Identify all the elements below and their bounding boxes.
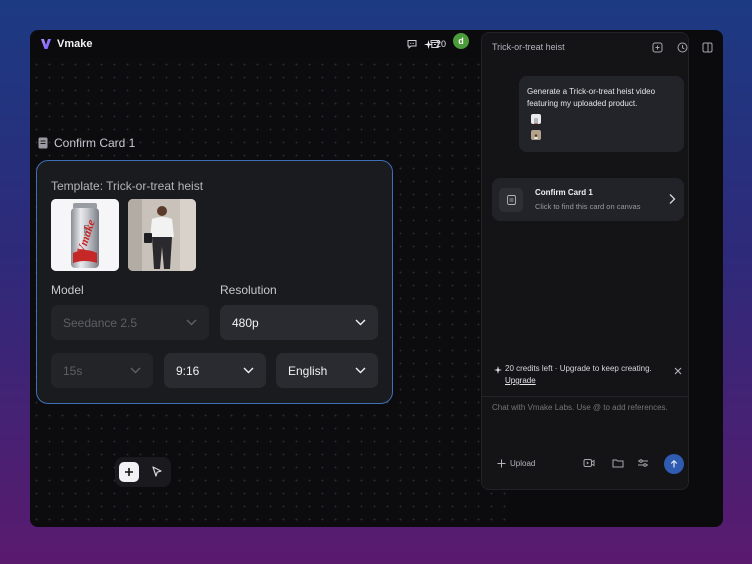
language-select[interactable]: English xyxy=(276,353,378,388)
chevron-down-icon xyxy=(355,367,366,374)
card-document-icon xyxy=(499,188,523,212)
confirm-card-subtitle: Click to find this card on canvas xyxy=(535,202,641,211)
divider xyxy=(482,396,688,397)
duration-select: 15s xyxy=(51,353,153,388)
user-message-text: Generate a Trick-or-treat heist video fe… xyxy=(527,87,656,108)
credits-count: 20 xyxy=(436,39,447,49)
chevron-down-icon xyxy=(186,319,197,326)
product-thumbnail[interactable]: Labs Vmake xyxy=(51,199,119,271)
arrow-up-icon xyxy=(670,459,678,468)
credits-indicator[interactable]: 20 xyxy=(424,36,446,52)
sparkle-icon xyxy=(424,39,433,49)
template-title: Template: Trick-or-treat heist xyxy=(51,179,204,193)
panel-title: Trick-or-treat heist xyxy=(492,42,565,52)
person-image-icon xyxy=(128,199,196,271)
confirm-card-link[interactable]: Confirm Card 1 Click to find this card o… xyxy=(492,178,684,221)
duration-value: 15s xyxy=(63,363,83,378)
chevron-down-icon xyxy=(130,367,141,374)
app-name: Vmake xyxy=(57,38,93,50)
send-button[interactable] xyxy=(664,454,684,474)
avatar[interactable]: d xyxy=(453,33,469,49)
sparkle-icon xyxy=(494,366,502,374)
upload-button[interactable]: Upload xyxy=(497,457,535,469)
history-clock-icon[interactable] xyxy=(676,41,688,53)
chat-input[interactable] xyxy=(492,403,678,412)
attachment-product-thumb[interactable] xyxy=(531,114,541,124)
document-icon xyxy=(38,137,48,149)
select-tool-button[interactable] xyxy=(150,465,164,479)
credits-upsell-banner: 20 credits left · Upgrade to keep creati… xyxy=(490,360,686,390)
card-header: Confirm Card 1 xyxy=(38,136,135,150)
resolution-select[interactable]: 480p xyxy=(220,305,378,340)
close-icon[interactable] xyxy=(674,367,682,375)
settings-sliders-icon[interactable] xyxy=(637,457,649,469)
add-button[interactable] xyxy=(119,462,139,482)
video-camera-icon[interactable] xyxy=(583,457,595,469)
upgrade-link[interactable]: Upgrade xyxy=(505,376,536,385)
cursor-icon xyxy=(152,466,162,477)
upload-label: Upload xyxy=(510,458,536,468)
chat-bubble-icon[interactable] xyxy=(404,36,420,52)
confirm-card-title: Confirm Card 1 xyxy=(535,188,593,197)
upsell-text: 20 credits left · Upgrade to keep creati… xyxy=(505,363,652,387)
attachment-model-thumb[interactable] xyxy=(531,130,541,140)
language-value: English xyxy=(288,363,328,378)
chevron-down-icon xyxy=(243,367,254,374)
folder-icon[interactable] xyxy=(612,457,624,469)
plus-icon xyxy=(125,468,133,476)
aspect-ratio-value: 9:16 xyxy=(176,363,200,378)
chevron-right-icon xyxy=(669,194,676,204)
chevron-down-icon xyxy=(355,319,366,326)
model-value: Seedance 2.5 xyxy=(63,315,138,330)
model-select: Seedance 2.5 xyxy=(51,305,209,340)
aspect-ratio-select[interactable]: 9:16 xyxy=(164,353,266,388)
confirm-card[interactable]: Template: Trick-or-treat heist Labs Vmak… xyxy=(36,160,393,404)
sidebar-toggle-icon[interactable] xyxy=(701,41,713,53)
model-thumbnail[interactable] xyxy=(128,199,196,271)
vmake-logo-icon xyxy=(41,39,51,49)
upsell-message: 20 credits left · Upgrade to keep creati… xyxy=(505,364,652,373)
card-title: Confirm Card 1 xyxy=(54,136,136,150)
user-message: Generate a Trick-or-treat heist video fe… xyxy=(519,76,684,152)
plus-icon xyxy=(497,459,506,467)
new-chat-icon[interactable] xyxy=(651,41,663,53)
resolution-label: Resolution xyxy=(220,283,277,297)
model-label: Model xyxy=(51,283,84,297)
resolution-value: 480p xyxy=(232,315,259,330)
